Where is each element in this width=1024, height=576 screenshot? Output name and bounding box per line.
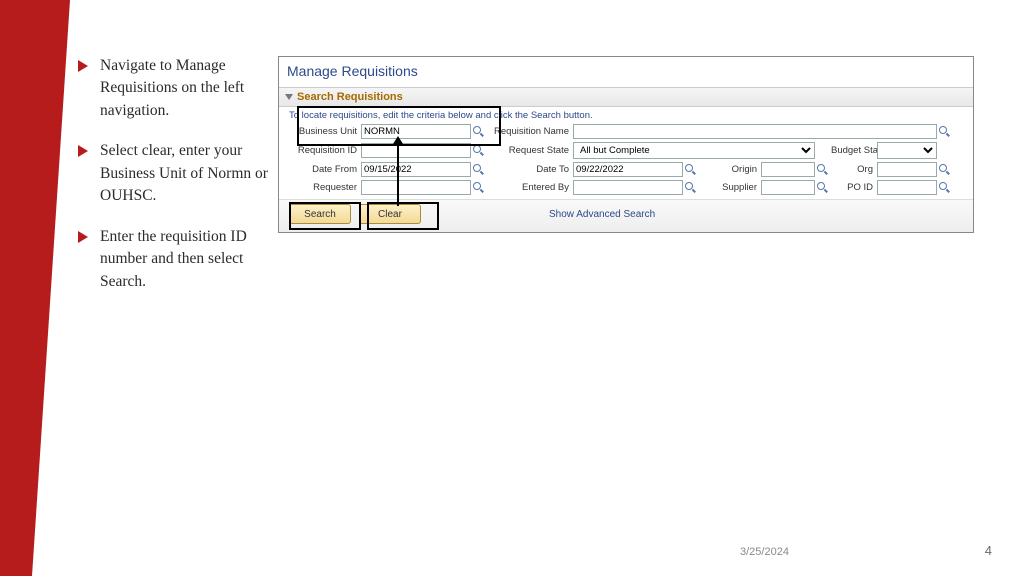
budget-status-select[interactable] [877, 142, 937, 159]
requester-field[interactable] [361, 180, 471, 195]
collapse-icon [285, 94, 293, 100]
origin-field[interactable] [761, 162, 815, 177]
org-field[interactable] [877, 162, 937, 177]
calendar-icon[interactable] [473, 164, 484, 175]
label-requisition-id: Requisition ID [289, 145, 359, 156]
calendar-icon[interactable] [685, 164, 696, 175]
page-title: Manage Requisitions [279, 57, 973, 87]
section-title: Search Requisitions [297, 91, 403, 103]
footer-date: 3/25/2024 [740, 546, 789, 558]
lookup-icon[interactable] [685, 182, 696, 193]
requisition-name-field[interactable] [573, 124, 937, 139]
highlight-arrow [397, 142, 399, 206]
label-date-to: Date To [487, 164, 571, 175]
date-from-field[interactable] [361, 162, 471, 177]
requisition-id-field[interactable] [361, 143, 471, 158]
business-unit-field[interactable] [361, 124, 471, 139]
lookup-icon[interactable] [939, 164, 950, 175]
label-org: Org [831, 164, 875, 175]
lookup-icon[interactable] [939, 126, 950, 137]
manage-requisitions-panel: Manage Requisitions Search Requisitions … [278, 56, 974, 233]
request-state-select[interactable]: All but Complete [573, 142, 815, 159]
lookup-icon[interactable] [473, 126, 484, 137]
supplier-field[interactable] [761, 180, 815, 195]
search-requisitions-section-header[interactable]: Search Requisitions [279, 87, 973, 107]
bullet-item: Select clear, enter your Business Unit o… [78, 140, 278, 207]
bullet-item: Navigate to Manage Requisitions on the l… [78, 55, 278, 122]
lookup-icon[interactable] [939, 182, 950, 193]
search-button[interactable]: Search [289, 204, 351, 224]
lookup-icon[interactable] [473, 145, 484, 156]
label-budget-status: Budget Status [831, 145, 875, 156]
label-po-id: PO ID [831, 182, 875, 193]
lookup-icon[interactable] [817, 164, 828, 175]
bullet-item: Enter the requisition ID number and then… [78, 226, 278, 293]
label-supplier: Supplier [699, 182, 759, 193]
label-origin: Origin [699, 164, 759, 175]
search-form: Business Unit Requisition Name Requisiti… [279, 123, 973, 199]
label-request-state: Request State [487, 145, 571, 156]
label-requester: Requester [289, 182, 359, 193]
date-to-field[interactable] [573, 162, 683, 177]
instruction-text-block: Navigate to Manage Requisitions on the l… [78, 55, 278, 311]
po-id-field[interactable] [877, 180, 937, 195]
lookup-icon[interactable] [473, 182, 484, 193]
clear-button[interactable]: Clear [359, 204, 421, 224]
label-business-unit: Business Unit [289, 126, 359, 137]
label-entered-by: Entered By [487, 182, 571, 193]
footer-page-number: 4 [985, 543, 992, 558]
section-instruction: To locate requisitions, edit the criteri… [279, 107, 973, 123]
lookup-icon[interactable] [817, 182, 828, 193]
entered-by-field[interactable] [573, 180, 683, 195]
button-row: Search Clear Show Advanced Search [279, 199, 973, 232]
instruction-bullet-list: Navigate to Manage Requisitions on the l… [78, 55, 278, 293]
advanced-search-link[interactable]: Show Advanced Search [549, 209, 655, 220]
label-date-from: Date From [289, 164, 359, 175]
label-requisition-name: Requisition Name [487, 126, 571, 137]
